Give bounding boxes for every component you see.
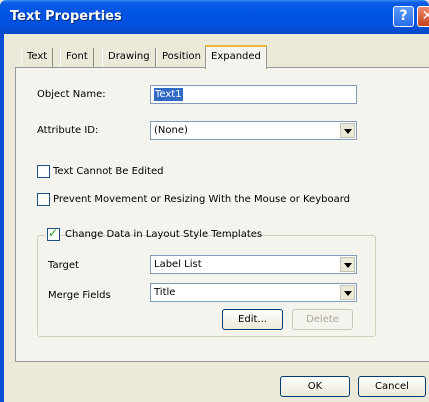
tab-text[interactable]: Text [21,48,54,67]
object-name-input[interactable]: Text1 [150,85,357,104]
tab-font[interactable]: Font [60,48,94,67]
ok-button[interactable]: OK [280,376,350,397]
cancel-button[interactable]: Cancel [358,376,426,397]
checkmark-icon: ✓ [48,226,59,240]
object-name-label: Object Name: [37,89,106,100]
merge-fields-select[interactable]: Title [150,283,357,302]
text-cannot-be-edited-label: Text Cannot Be Edited [53,166,164,177]
target-label: Target [48,260,79,271]
merge-fields-value: Title [154,287,176,298]
change-data-checkbox[interactable]: ✓ [47,226,60,241]
prevent-movement-label: Prevent Movement or Resizing With the Mo… [53,194,351,205]
text-cannot-be-edited-checkbox[interactable] [37,165,50,178]
tab-drawing[interactable]: Drawing [102,48,156,67]
chevron-down-icon[interactable] [340,123,355,138]
help-button[interactable]: ? [393,6,414,27]
chevron-down-icon[interactable] [340,285,355,300]
object-name-value: Text1 [154,88,183,101]
close-icon: ✕ [421,8,429,24]
help-icon: ? [399,8,408,24]
target-value: Label List [154,259,202,270]
change-data-label: Change Data in Layout Style Templates [65,229,263,240]
target-select[interactable]: Label List [150,255,357,274]
merge-fields-label: Merge Fields [48,290,111,301]
delete-button: Delete [292,309,353,330]
close-button[interactable]: ✕ [417,6,429,27]
window-title: Text Properties [10,9,122,24]
tab-expanded[interactable]: Expanded [205,45,267,69]
window-frame-left [0,34,4,402]
prevent-movement-checkbox[interactable] [37,193,50,206]
title-bar[interactable]: Text Properties ? ✕ [0,0,429,34]
edit-button[interactable]: Edit... [222,309,283,330]
group-legend: ✓ Change Data in Layout Style Templates [45,226,262,242]
attribute-id-select[interactable]: (None) [150,121,357,140]
tab-position[interactable]: Position [156,48,207,67]
chevron-down-icon[interactable] [340,257,355,272]
attribute-id-label: Attribute ID: [37,125,99,136]
attribute-id-value: (None) [154,125,188,136]
